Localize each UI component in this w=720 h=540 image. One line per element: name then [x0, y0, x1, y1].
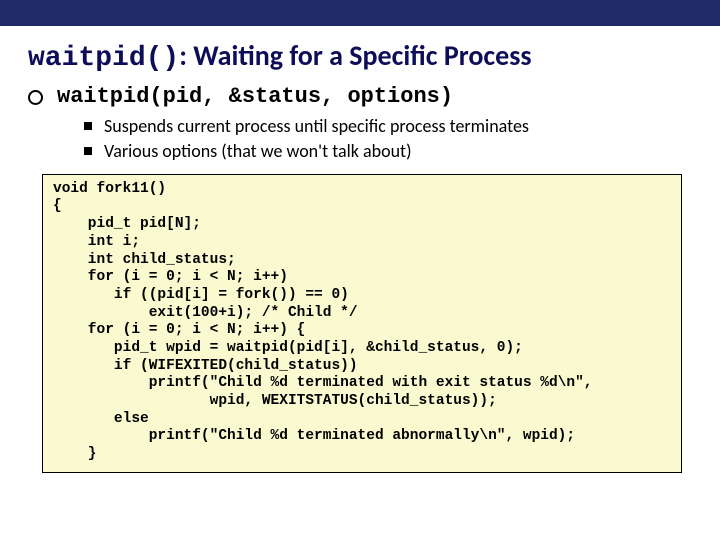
- bullet-circle-icon: [28, 90, 43, 105]
- signature-text: waitpid(pid, &status, options): [57, 84, 453, 109]
- title-mono: waitpid(): [28, 43, 179, 74]
- sub-bullet-row: Various options (that we won't talk abou…: [84, 140, 692, 163]
- sub-bullet-text: Various options (that we won't talk abou…: [104, 140, 412, 163]
- header-bar: [0, 0, 720, 26]
- sub-bullets: Suspends current process until specific …: [84, 115, 692, 164]
- sub-bullet-text: Suspends current process until specific …: [104, 115, 529, 138]
- title-rest: : Waiting for a Specific Process: [179, 38, 531, 73]
- bullet-square-icon: [84, 147, 92, 155]
- bullet-square-icon: [84, 122, 92, 130]
- sub-bullet-row: Suspends current process until specific …: [84, 115, 692, 138]
- code-block: void fork11() { pid_t pid[N]; int i; int…: [42, 174, 682, 473]
- slide-title: waitpid(): Waiting for a Specific Proces…: [28, 38, 720, 74]
- slide-content: waitpid(pid, &status, options) Suspends …: [28, 84, 692, 473]
- signature-row: waitpid(pid, &status, options): [28, 84, 692, 109]
